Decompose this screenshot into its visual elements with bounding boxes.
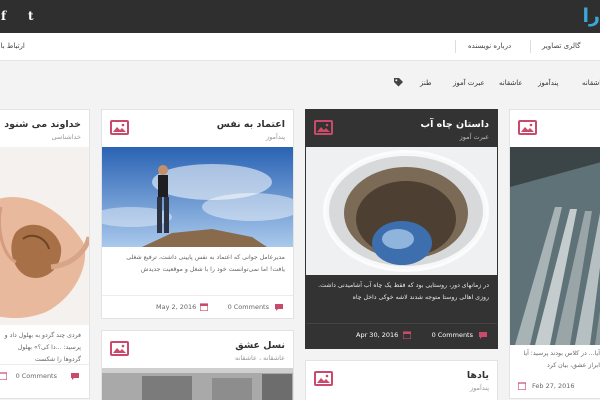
- card-title[interactable]: نسل عشق: [235, 340, 285, 351]
- menu-gallery[interactable]: گالری تصاویر: [542, 42, 581, 50]
- post-card[interactable]: نسل عشق عاشقانه ، عاشقانه: [101, 330, 294, 400]
- hand-walnut-photo: [0, 147, 89, 325]
- card-category[interactable]: پندآموز: [470, 384, 489, 392]
- card-image[interactable]: [102, 147, 293, 247]
- card-image[interactable]: [510, 147, 600, 345]
- tag-icon: [394, 78, 403, 87]
- post-card[interactable]: داستان چاه آب عبرت آموز در زمانهای دور، …: [305, 109, 498, 349]
- comment-icon: [275, 304, 283, 311]
- facebook-icon[interactable]: f: [1, 9, 6, 23]
- bench-photo: [510, 147, 600, 345]
- card-title[interactable]: یادها: [467, 370, 489, 381]
- calendar-icon: [518, 382, 526, 390]
- comments-link[interactable]: 0 Comments: [16, 372, 57, 380]
- menu-contact[interactable]: ارتباط با م: [0, 42, 25, 50]
- card-title[interactable]: خداوند می شنود: [4, 119, 81, 130]
- calendar-icon: [200, 303, 208, 311]
- image-icon: [314, 371, 333, 386]
- top-header: t f را: [0, 0, 600, 33]
- post-card[interactable]: آیا... در کلاس بودند پرسید: آیا ابراز عش…: [509, 109, 600, 399]
- vintage-photo: [102, 368, 293, 400]
- calendar-icon: [403, 331, 411, 339]
- image-icon: [518, 120, 537, 135]
- card-image[interactable]: [102, 368, 293, 400]
- card-footer: 0 Comments May 2, 2016: [102, 295, 293, 318]
- man-on-rock-photo: [102, 147, 293, 247]
- card-image[interactable]: [306, 147, 497, 275]
- image-icon: [110, 341, 129, 356]
- comments-link[interactable]: 0 Comments: [228, 303, 269, 311]
- stone-well-photo: [306, 147, 497, 275]
- card-category[interactable]: خداشناسی: [52, 133, 82, 141]
- card-image[interactable]: [0, 147, 89, 325]
- menu-about-author[interactable]: درباره نویسنده: [468, 42, 511, 50]
- card-header: داستان چاه آب عبرت آموز: [306, 110, 497, 147]
- image-icon: [110, 120, 129, 135]
- category-item[interactable]: عبرت آموز: [453, 79, 485, 87]
- card-title[interactable]: داستان چاه آب: [421, 119, 489, 130]
- menu-divider: [455, 40, 456, 53]
- card-footer: 0 Comments: [0, 364, 89, 388]
- comment-icon: [71, 373, 79, 380]
- post-card[interactable]: خداوند می شنود خداشناسی فردی چند گردو به…: [0, 109, 90, 399]
- card-excerpt: فردی چند گردو به بهلول داد و پرسید: ...د…: [4, 332, 81, 363]
- card-title[interactable]: اعتماد به نفس: [217, 119, 285, 130]
- post-card[interactable]: اعتماد به نفس پندآموز مدیرعامل جوانی که …: [101, 109, 294, 319]
- post-card[interactable]: یادها پندآموز: [305, 360, 498, 400]
- comment-icon: [479, 332, 487, 339]
- comments-link[interactable]: 0 Comments: [432, 331, 473, 339]
- card-category[interactable]: پندآموز: [266, 133, 285, 141]
- card-category[interactable]: عاشقانه ، عاشقانه: [235, 354, 285, 362]
- post-date: Feb 27, 2016: [532, 382, 575, 390]
- card-header: یادها پندآموز: [306, 361, 497, 398]
- card-excerpt: در زمانهای دور، روستایی بود که فقط یک چا…: [318, 282, 489, 301]
- card-excerpt: مدیرعامل جوانی که اعتماد به نفس پایینی د…: [126, 254, 285, 273]
- card-header: [510, 110, 600, 147]
- post-date: Apr 30, 2016: [356, 331, 399, 339]
- category-item[interactable]: عاشقانه: [499, 79, 523, 87]
- card-header: نسل عشق عاشقانه ، عاشقانه: [102, 331, 293, 368]
- card-category[interactable]: عبرت آموز: [460, 133, 489, 141]
- card-header: اعتماد به نفس پندآموز: [102, 110, 293, 147]
- card-footer: Feb 27, 2016: [510, 378, 600, 398]
- twitter-icon[interactable]: t: [28, 9, 34, 23]
- menu-divider: [530, 40, 531, 53]
- top-menu: گالری تصاویر درباره نویسنده ارتباط با م: [0, 33, 600, 61]
- site-logo[interactable]: را: [583, 5, 600, 27]
- card-footer: 0 Comments Apr 30, 2016: [306, 323, 497, 347]
- image-icon: [314, 120, 333, 135]
- category-item[interactable]: طنز: [420, 79, 432, 87]
- calendar-icon: [0, 372, 7, 380]
- category-item[interactable]: عاشقانه: [582, 79, 600, 87]
- post-date: May 2, 2016: [156, 303, 197, 311]
- category-item[interactable]: پندآموز: [538, 79, 558, 87]
- card-header: خداوند می شنود خداشناسی: [0, 110, 89, 147]
- card-excerpt: آیا... در کلاس بودند پرسید: آیا ابراز عش…: [523, 350, 600, 369]
- category-nav: عاشقانه پندآموز عاشقانه عبرت آموز طنز: [0, 72, 600, 96]
